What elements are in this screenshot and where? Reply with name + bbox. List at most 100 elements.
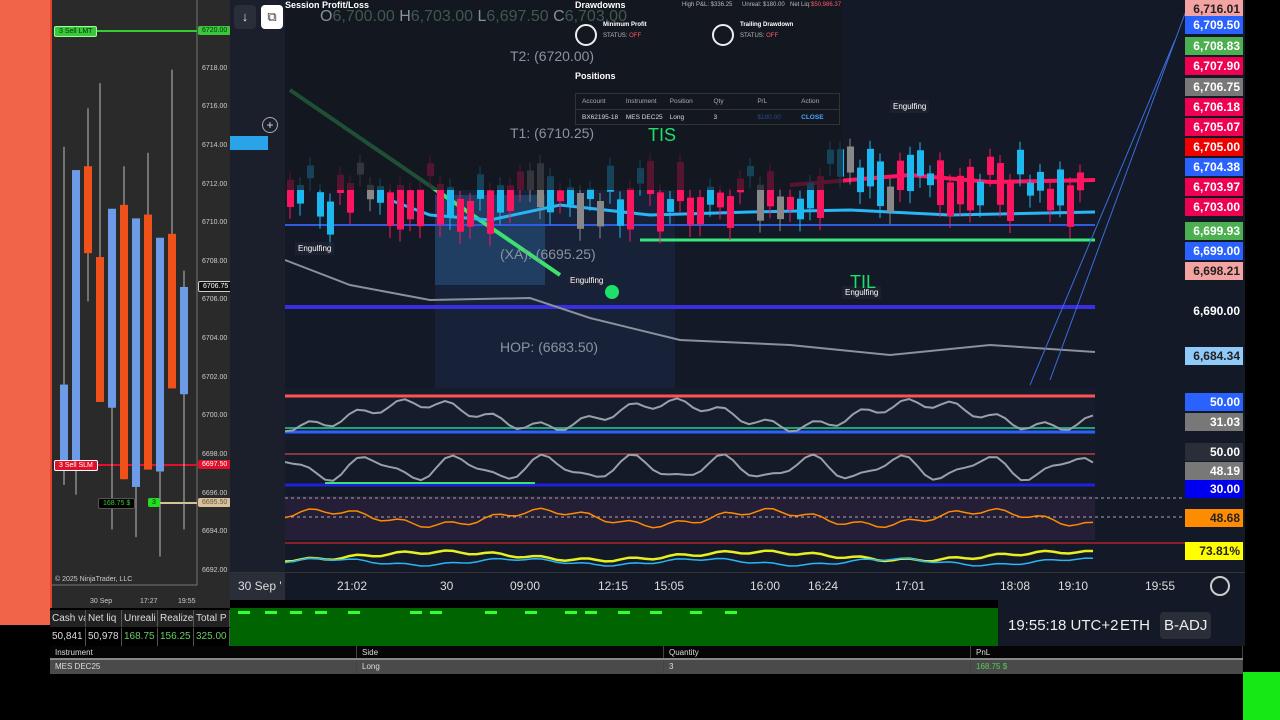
candle-body — [144, 214, 152, 470]
trailing-label: Trailing Drawdown — [740, 22, 794, 28]
price-label: 6,704.38 — [1185, 158, 1243, 176]
signal-dash — [585, 611, 597, 614]
candle-body — [387, 192, 394, 226]
indicator-value-label: 48.68 — [1185, 509, 1243, 527]
candle-body — [937, 160, 944, 206]
scroll-down-button[interactable]: ↓ — [234, 5, 256, 29]
candle-body — [72, 170, 80, 466]
col-header[interactable]: Total P — [194, 610, 230, 627]
col-header: Qty — [713, 98, 724, 105]
candle-body — [327, 201, 334, 235]
col-header[interactable]: Instrument — [50, 646, 357, 658]
ninjatrader-chart[interactable]: 6718.00 6716.00 6714.00 6712.00 6710.00 6708.… — [50, 0, 234, 608]
candle-body — [168, 233, 176, 389]
candle-body — [84, 166, 92, 254]
time-tick-label: 19:10 — [1058, 579, 1089, 593]
position-qty-tag[interactable]: 3 — [148, 498, 160, 507]
screenshot-button[interactable]: ⧉ — [261, 5, 283, 29]
candle-body — [1067, 185, 1074, 227]
indicator-value-label: 50.00 — [1185, 393, 1243, 411]
candle-body — [797, 198, 804, 220]
candle-body — [947, 182, 954, 217]
signal-dash — [238, 611, 250, 614]
positions-table: Instrument Side Quantity PnL MES DEC25 Long 3… — [50, 646, 1243, 676]
axis-tick-label: 6714.00 — [202, 141, 228, 149]
time-tick-label: 17:01 — [895, 579, 926, 593]
engulfing-label: Engulfing — [295, 242, 335, 255]
table-row: BX62195-18 MES DEC25 Long 3 $180.00 CLOSE — [576, 110, 839, 126]
right-margin — [1245, 0, 1280, 720]
time-label: 30 Sep — [90, 598, 113, 605]
engulfing-label: Engulfing — [890, 100, 930, 113]
add-icon[interactable]: + — [262, 117, 278, 133]
copyright: © 2025 NinjaTrader, LLC — [55, 576, 133, 583]
side-color-bar — [0, 0, 50, 625]
axis-tick-label: 6716.00 — [202, 103, 228, 111]
price-scale[interactable]: 6,716.01 6,709.50 6,708.83 6,707.90 6,706.75… — [1185, 0, 1245, 572]
pl: $180.00 — [757, 114, 781, 121]
col-header: Account — [582, 98, 606, 105]
tis-label: TIS — [648, 125, 677, 145]
candle-body — [1037, 171, 1044, 191]
net-liq-label: Net Liq: — [790, 2, 811, 8]
candle-body — [467, 200, 474, 227]
min-profit-label: Minimum Profit — [603, 22, 647, 28]
candle-body — [317, 192, 324, 217]
col-header[interactable]: Unreali — [122, 610, 158, 627]
axis-tick-label: 6702.00 — [202, 373, 228, 381]
table-row[interactable]: MES DEC25 Long 3 168.75 $ — [50, 660, 1243, 674]
candle-body — [957, 175, 964, 205]
pnl: 168.75 $ — [971, 660, 1243, 674]
price-label: 6,708.83 — [1185, 37, 1243, 55]
ohlc-readout: O6,700.00 H6,703.00 L6,697.50 C6,703.00 — [320, 8, 627, 25]
candle-body — [867, 148, 874, 187]
session-toggle[interactable]: ETH — [1120, 617, 1150, 634]
adjustment-toggle[interactable]: B-ADJ — [1160, 612, 1212, 639]
candle-body — [1057, 169, 1064, 206]
signal-dash — [315, 611, 327, 614]
signal-dash — [485, 611, 497, 614]
hop-label: HOP: (6683.50) — [500, 339, 599, 355]
candle-body — [1007, 181, 1014, 222]
candle-body — [667, 199, 674, 212]
price-marker — [230, 136, 268, 150]
clock[interactable]: 19:55:18 UTC+2 — [1008, 617, 1119, 634]
price-label: 6,699.00 — [1185, 242, 1243, 260]
account: BX62195-18 — [582, 114, 619, 121]
signal-dot — [605, 285, 619, 299]
candle-body — [487, 190, 494, 234]
instrument: MES DEC25 — [625, 114, 663, 121]
candle-body — [1047, 188, 1054, 211]
col-header[interactable]: Side — [357, 646, 664, 658]
candle-body — [417, 189, 424, 227]
col-header[interactable]: Quantity — [664, 646, 971, 658]
price-label: 6,698.21 — [1185, 262, 1243, 280]
candle-body — [1027, 182, 1034, 196]
candle-body — [697, 197, 704, 225]
col-header[interactable]: Realize — [158, 610, 194, 627]
position-price-tag: 6695.50 — [198, 498, 232, 507]
candle-body — [967, 166, 974, 211]
quantity: 3 — [664, 660, 971, 674]
time-tick-label: 18:08 — [1000, 579, 1031, 593]
price-label: 6,709.50 — [1185, 16, 1243, 34]
qty: 3 — [713, 114, 718, 121]
col-header[interactable]: Net liq — [86, 610, 122, 627]
min-profit-ring[interactable] — [575, 24, 597, 46]
time-tick-label: 15:05 — [654, 579, 685, 593]
price-label: 6,690.00 — [1193, 304, 1240, 318]
candle-body — [897, 160, 904, 191]
close-button[interactable]: CLOSE — [795, 110, 839, 126]
price-label: 6,703.97 — [1185, 178, 1243, 196]
high-pnl: High P&L: $336.25 — [682, 2, 733, 8]
settings-gear-icon[interactable] — [1210, 576, 1230, 596]
col-header: Position — [669, 98, 693, 105]
stop-order-tag[interactable]: 3 Sell SLM — [54, 460, 98, 471]
col-header[interactable]: PnL — [971, 646, 1243, 658]
col-header[interactable]: Cash va — [50, 610, 86, 627]
time-axis[interactable]: 30 Sep ' 21:02 30 09:00 12:15 15:05 16:00 16:2… — [230, 572, 1245, 600]
sell-limit-order-tag[interactable]: 3 Sell LMT — [54, 26, 98, 37]
trailing-ring[interactable] — [712, 24, 734, 46]
unrealized: Unreal: $180.00 — [742, 2, 785, 8]
indicator-value-label: 73.81% — [1185, 542, 1243, 560]
